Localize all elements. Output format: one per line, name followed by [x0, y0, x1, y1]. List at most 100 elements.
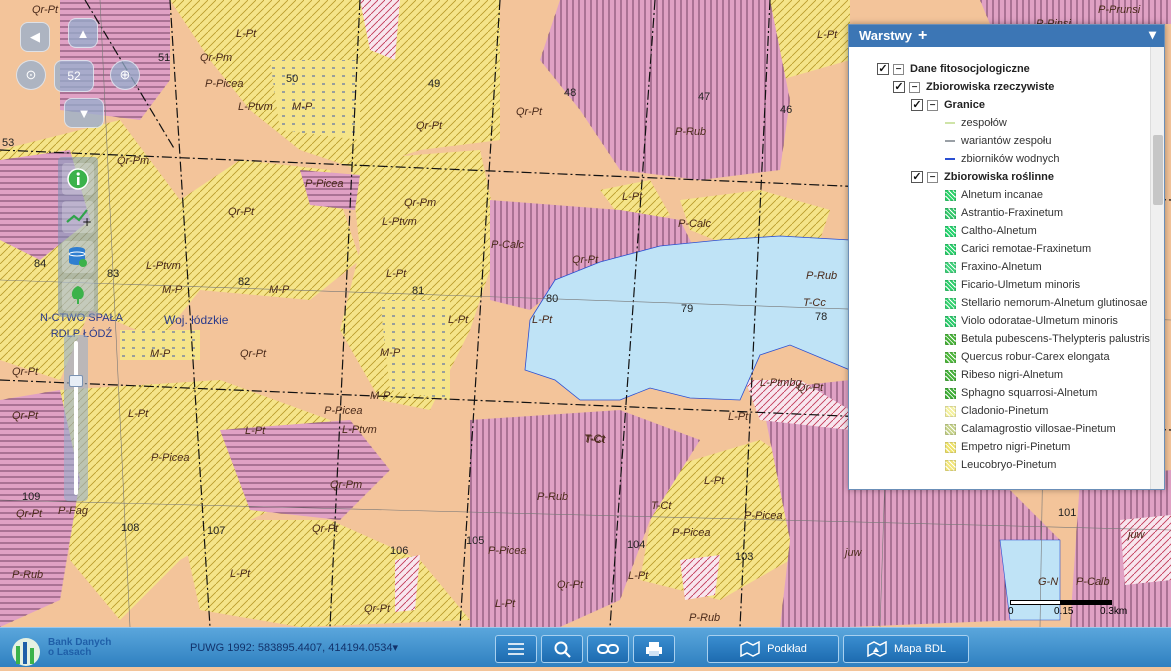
habitat-label: Qr-Pt	[16, 508, 43, 520]
layer-row[interactable]: wariantów zespołu	[945, 132, 1052, 150]
bdl-logo[interactable]: Bank Danych o Lasach	[8, 632, 123, 666]
tree-icon[interactable]	[62, 279, 94, 311]
pan-south-icon[interactable]: ▼	[64, 98, 104, 128]
compartment-51: 51	[158, 52, 171, 64]
collapse-toggle-icon[interactable]: −	[927, 171, 938, 183]
basemap-button[interactable]: Podkład	[707, 635, 839, 663]
zoom-thumb[interactable]	[69, 375, 83, 387]
layer-row[interactable]: Fraxino-Alnetum	[945, 258, 1042, 276]
habitat-label: L-Pt	[495, 598, 516, 610]
compartment-84: 84	[34, 258, 47, 270]
layer-row[interactable]: Leucobryo-Pinetum	[945, 456, 1056, 474]
compartment-82: 82	[238, 276, 251, 288]
legend-fill-swatch	[945, 405, 956, 417]
layer-row[interactable]: Astrantio-Fraxinetum	[945, 204, 1063, 222]
collapse-toggle-icon[interactable]: −	[893, 63, 904, 75]
legend-button[interactable]	[495, 635, 537, 663]
scale-segment	[1010, 600, 1061, 605]
collapse-toggle-icon[interactable]: −	[909, 81, 920, 93]
layer-row[interactable]: Cladonio-Pinetum	[945, 402, 1048, 420]
compartment-108: 108	[121, 522, 140, 534]
collapse-toggle-icon[interactable]: −	[927, 99, 938, 111]
print-button[interactable]	[633, 635, 675, 663]
layer-row[interactable]: zespołów	[945, 114, 1007, 132]
habitat-label: P-Rub	[675, 126, 707, 138]
bottom-bar: Bank Danych o Lasach PUWG 1992: 583895.44…	[0, 627, 1171, 667]
legend-fill-swatch	[945, 333, 956, 345]
collapse-icon[interactable]: ▾	[1149, 26, 1156, 43]
layer-checkbox[interactable]: ✓	[911, 171, 923, 183]
layer-label: Fraxino-Alnetum	[961, 261, 1042, 273]
habitat-label: P-Picea	[205, 78, 244, 90]
zoom-extent-icon[interactable]: ⊕	[110, 60, 140, 90]
layer-label: zespołów	[961, 117, 1007, 129]
link-icon	[597, 644, 619, 654]
coordinates-readout[interactable]: PUWG 1992: 583895.4407, 414194.0534▾	[190, 641, 398, 654]
add-layer-icon[interactable]: +	[918, 27, 927, 44]
compartment-103: 103	[735, 551, 754, 563]
legend-fill-swatch	[945, 459, 956, 471]
poland-map-icon[interactable]: 52	[54, 60, 94, 92]
layer-row[interactable]: Calamagrostio villosae-Pinetum	[945, 420, 1116, 438]
layer-row[interactable]: Quercus robur-Carex elongata	[945, 348, 1110, 366]
habitat-label: L-Ptmbg	[760, 377, 802, 389]
layers-panel-title: Warstwy	[859, 28, 912, 43]
layer-row[interactable]: Alnetum incanae	[945, 186, 1043, 204]
habitat-label: L-Pt	[448, 314, 469, 326]
juw-patch-3	[680, 555, 720, 600]
layers-scrollbar[interactable]	[1150, 47, 1164, 489]
layer-row[interactable]: Carici remotae-Fraxinetum	[945, 240, 1091, 258]
habitat-label: T-Ct	[585, 434, 606, 446]
layer-row[interactable]: Ribeso nigri-Alnetum	[945, 366, 1063, 384]
compartment-47: 47	[698, 91, 711, 103]
habitat-label: P-Calc	[491, 239, 525, 251]
layer-row[interactable]: ✓ − Zbiorowiska rzeczywiste	[893, 78, 1054, 96]
layer-row[interactable]: ✓ − Dane fitosocjologiczne	[877, 60, 1030, 78]
habitat-label: P-Picea	[305, 178, 344, 190]
layer-row[interactable]: zbiorników wodnych	[945, 150, 1059, 168]
search-icon	[554, 641, 571, 658]
zoom-prev-icon[interactable]: ◀	[20, 22, 50, 52]
zoom-slider[interactable]	[64, 335, 88, 501]
habitat-label: P-Picea	[744, 510, 783, 522]
habitat-label: M-P	[150, 348, 171, 360]
navigation-control[interactable]: ▲ ◀ ⊙ 52 ⊕ ▼	[14, 18, 150, 128]
logo-line-2: o Lasach	[48, 647, 92, 658]
layer-label: Sphagno squarrosi-Alnetum	[961, 387, 1098, 399]
locate-icon[interactable]: ⊙	[16, 60, 46, 90]
coord-dropdown-icon[interactable]: ▾	[392, 642, 398, 654]
layer-row[interactable]: Sphagno squarrosi-Alnetum	[945, 384, 1097, 402]
scrollbar-thumb[interactable]	[1153, 135, 1163, 205]
link-button[interactable]	[587, 635, 629, 663]
compartment-105: 105	[466, 535, 485, 547]
habitat-label: Qr-Pt	[364, 603, 391, 615]
layer-row[interactable]: ✓ − Granice	[911, 96, 985, 114]
habitat-label: P-Picea	[488, 545, 527, 557]
info-icon[interactable]	[62, 163, 94, 195]
pan-north-icon[interactable]: ▲	[68, 18, 98, 48]
habitat-label: P-Rub	[537, 491, 569, 503]
legend-fill-swatch	[945, 261, 956, 273]
mp-area-1	[270, 60, 360, 140]
layer-row[interactable]: Betula pubescens-Thelypteris palustris	[945, 330, 1150, 348]
layer-row[interactable]: Ficario-Ulmetum minoris	[945, 276, 1080, 294]
compartment-50: 50	[286, 73, 299, 85]
layer-label: Calamagrostio villosae-Pinetum	[961, 423, 1116, 435]
layer-checkbox[interactable]: ✓	[893, 81, 905, 93]
layer-row[interactable]: Violo odoratae-Ulmetum minoris	[945, 312, 1118, 330]
habitat-label: M-P	[370, 390, 391, 402]
layers-database-icon[interactable]	[62, 241, 94, 273]
layer-row[interactable]: Stellario nemorum-Alnetum glutinosae	[945, 294, 1147, 312]
layer-row[interactable]: ✓ − Zbiorowiska roślinne	[911, 168, 1054, 186]
layer-row[interactable]: Empetro nigri-Pinetum	[945, 438, 1070, 456]
layer-row[interactable]: Caltho-Alnetum	[945, 222, 1037, 240]
layer-checkbox[interactable]: ✓	[911, 99, 923, 111]
measure-icon[interactable]: +	[62, 201, 94, 233]
layer-checkbox[interactable]: ✓	[877, 63, 889, 75]
search-button[interactable]	[541, 635, 583, 663]
layer-label: Carici remotae-Fraxinetum	[961, 243, 1092, 255]
bdl-map-button[interactable]: Mapa BDL	[843, 635, 969, 663]
habitat-label: Qr-Pt	[12, 366, 39, 378]
layer-label: wariantów zespołu	[961, 135, 1052, 147]
bdl-map-label: Mapa BDL	[894, 643, 946, 655]
